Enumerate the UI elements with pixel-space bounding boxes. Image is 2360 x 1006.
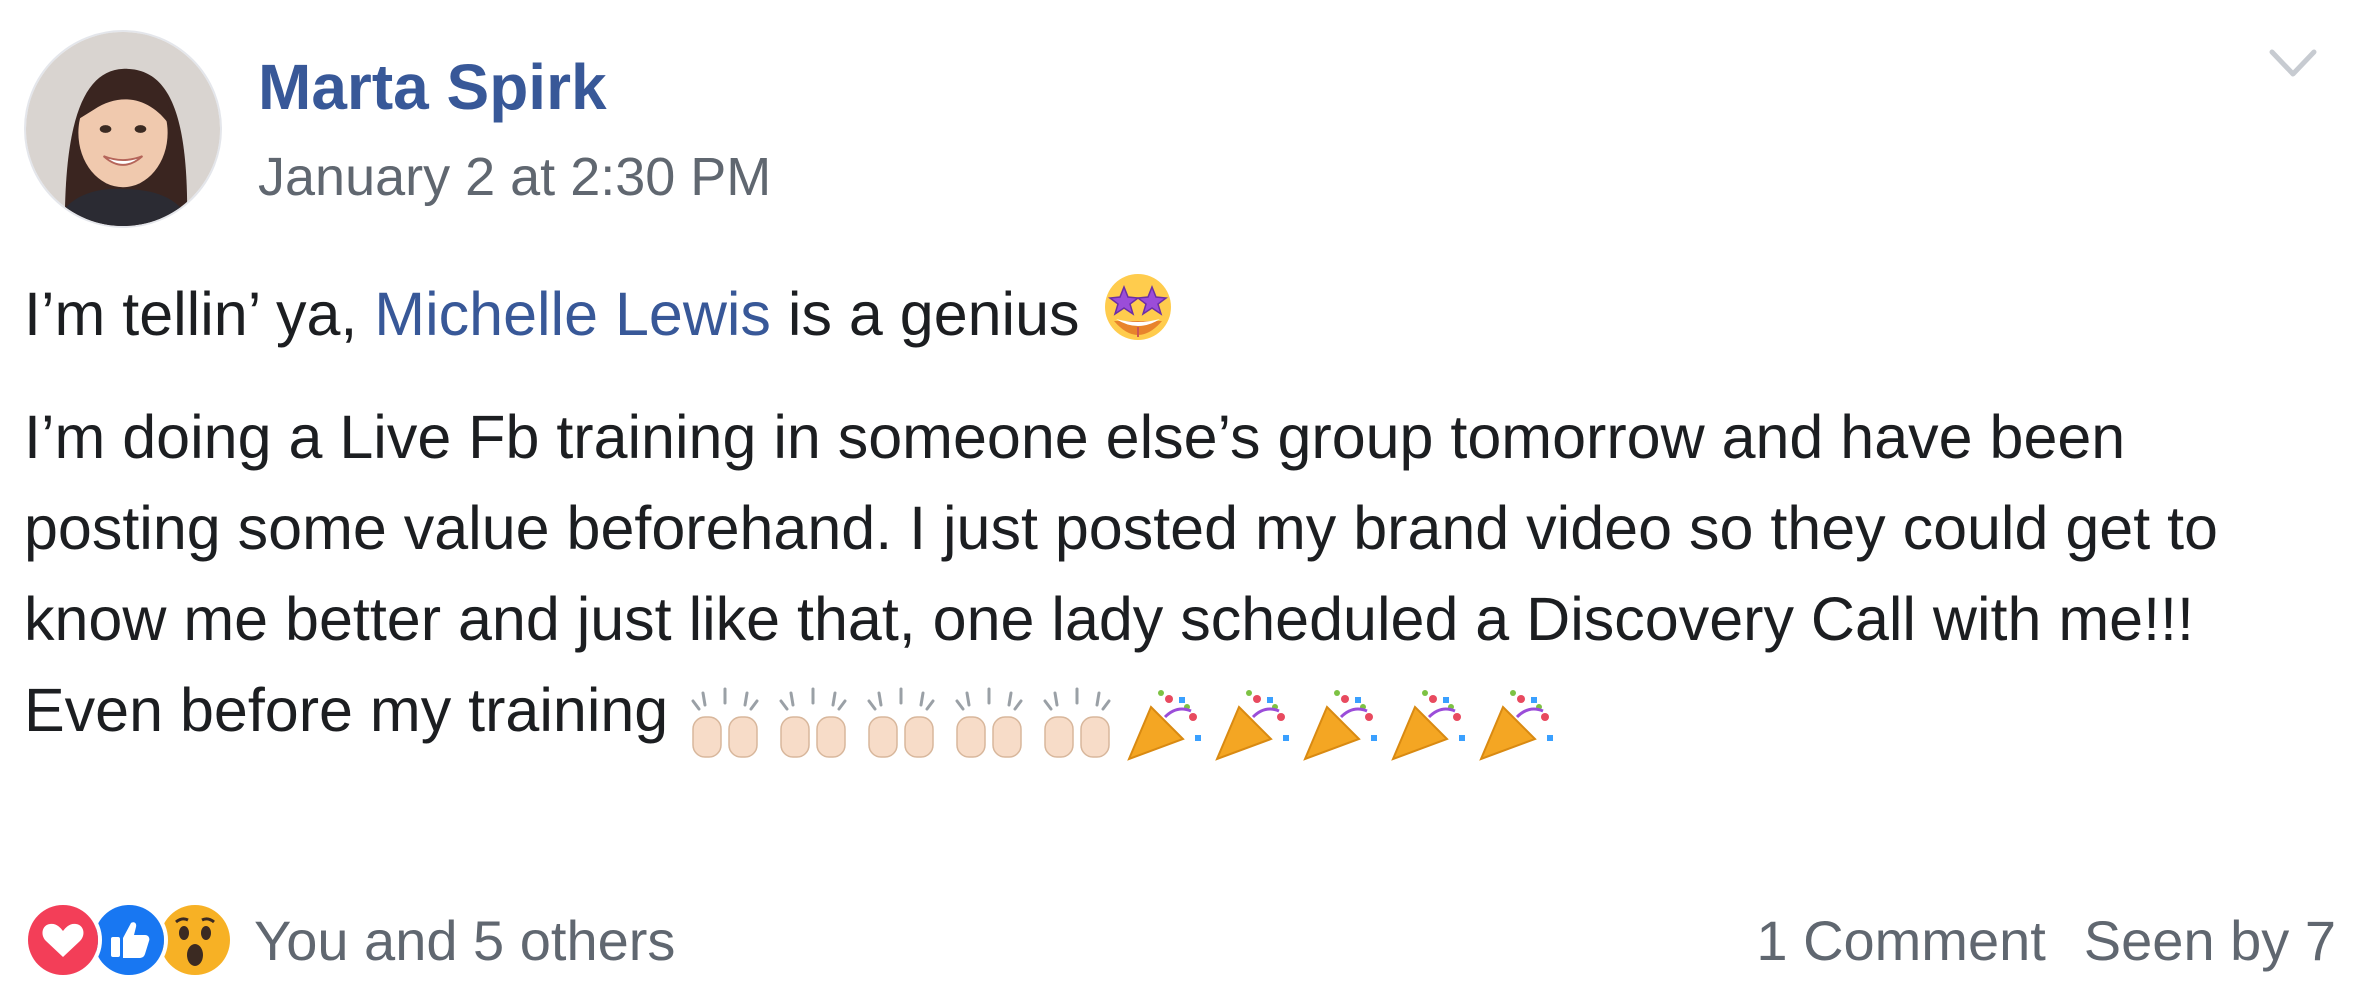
comments-count-link[interactable]: 1 Comment (1756, 908, 2045, 973)
raising-hands-emoji-icon (1037, 687, 1117, 763)
post-footer: You and 5 others 1 Comment Seen by 7 (24, 900, 2336, 980)
party-popper-emoji-icon (1477, 687, 1557, 763)
party-popper-emoji-icon (1213, 687, 1293, 763)
author-name[interactable]: Marta Spirk (258, 52, 607, 123)
mention-link[interactable]: Michelle Lewis (374, 280, 771, 348)
party-popper-emoji-icon (1389, 687, 1469, 763)
post-timestamp[interactable]: January 2 at 2:30 PM (258, 147, 771, 207)
reactions-summary[interactable]: You and 5 others (24, 900, 675, 980)
headline-prefix: I’m tellin’ ya, (24, 280, 358, 348)
chevron-down-icon[interactable] (2266, 44, 2320, 84)
avatar-image (26, 32, 220, 226)
headline-suffix: is a genius (787, 280, 1080, 348)
raising-hands-emoji-icon (773, 687, 853, 763)
reactions-text[interactable]: You and 5 others (254, 908, 675, 973)
seen-by-link[interactable]: Seen by 7 (2084, 908, 2336, 973)
raising-hands-emoji-icon (685, 687, 765, 763)
raising-hands-emoji-icon (861, 687, 941, 763)
love-reaction-icon (24, 901, 102, 979)
author-avatar[interactable] (24, 30, 222, 228)
star-struck-emoji-icon (1102, 271, 1174, 366)
raising-hands-emoji-icon (949, 687, 1029, 763)
party-popper-emoji-icon (1125, 687, 1205, 763)
post-stats: 1 Comment Seen by 7 (1756, 900, 2336, 980)
party-popper-emoji-icon (1301, 687, 1381, 763)
trailing-emojis (685, 675, 1565, 766)
post-body: I’m doing a Live Fb training in someone … (24, 392, 2324, 766)
post-headline: I’m tellin’ ya, Michelle Lewis is a geni… (24, 270, 1174, 366)
post-card: Marta Spirk January 2 at 2:30 PM I’m tel… (0, 0, 2360, 1006)
